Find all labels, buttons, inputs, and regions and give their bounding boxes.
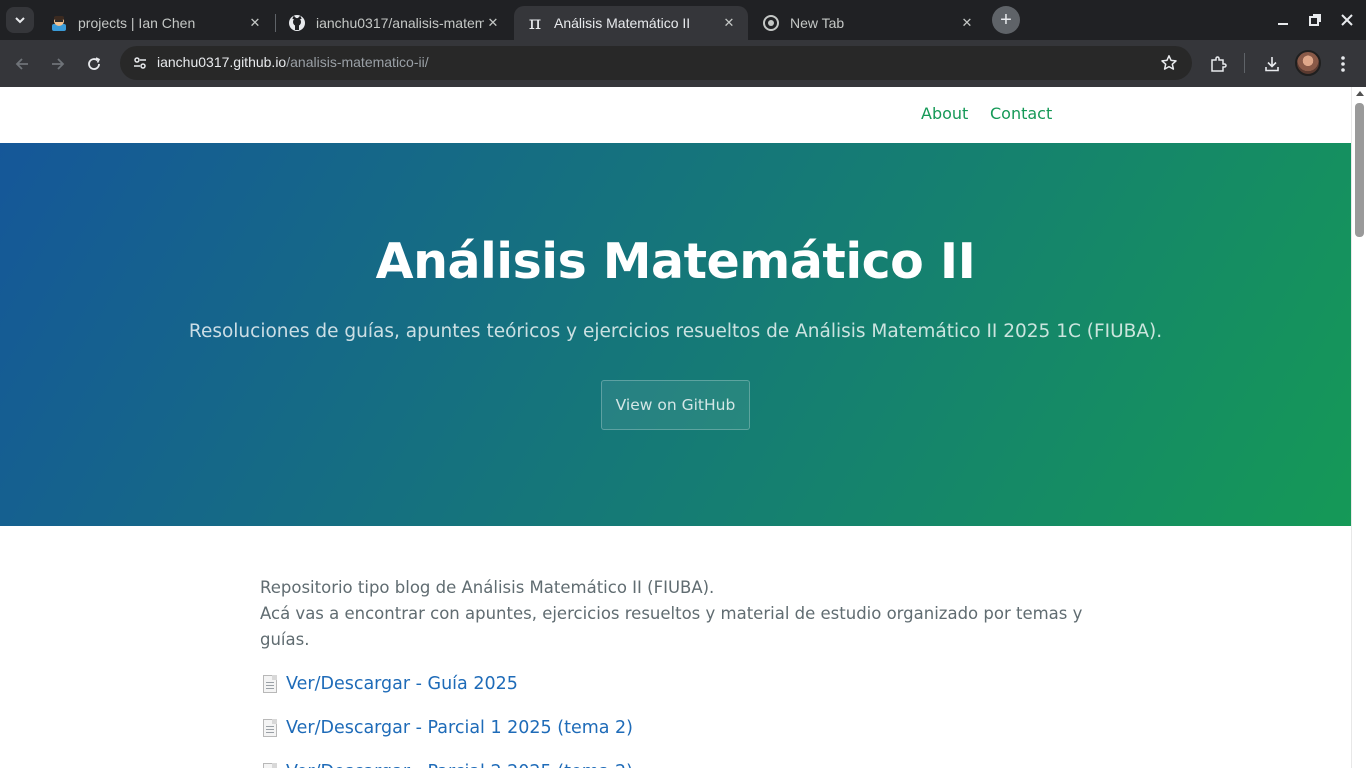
- parcial-1-link[interactable]: Ver/Descargar - Parcial 1 2025 (tema 2): [260, 715, 1090, 741]
- tab-strip: projects | Ian Chen ✕ ianchu0317/analisi…: [0, 0, 1366, 40]
- page-tagline: Resoluciones de guías, apuntes teóricos …: [188, 321, 1163, 342]
- close-icon[interactable]: ✕: [958, 14, 976, 32]
- new-tab-button[interactable]: +: [992, 6, 1020, 34]
- toolbar-divider: [1244, 53, 1245, 73]
- arrow-right-icon: [52, 58, 65, 70]
- tab-search-button[interactable]: [6, 7, 34, 33]
- download-links: Ver/Descargar - Guía 2025 Ver/Descargar …: [260, 671, 1090, 768]
- menu-button[interactable]: [1330, 51, 1356, 77]
- document-icon: [260, 761, 280, 768]
- scroll-up-arrow[interactable]: [1356, 91, 1364, 96]
- chevron-down-icon: [15, 17, 25, 24]
- tab-title: Análisis Matemático II: [554, 15, 691, 31]
- profile-avatar[interactable]: [1295, 50, 1321, 76]
- close-window-icon: [1341, 14, 1353, 26]
- person-coder-emoji-icon: [50, 14, 68, 32]
- restore-icon: [1309, 14, 1321, 26]
- chrome-icon: [762, 14, 780, 32]
- reload-button[interactable]: [80, 50, 108, 78]
- arrow-left-icon: [15, 58, 28, 70]
- intro-line-2: Acá vas a encontrar con apuntes, ejercic…: [260, 604, 1083, 649]
- main-content: Repositorio tipo blog de Análisis Matemá…: [260, 575, 1090, 768]
- puzzle-icon: [1211, 56, 1227, 72]
- plus-icon: +: [1000, 8, 1012, 31]
- url-path: /analisis-matematico-ii/: [286, 54, 429, 70]
- downloads-button[interactable]: [1259, 51, 1285, 77]
- minimize-icon: [1278, 23, 1288, 25]
- document-icon: [260, 717, 280, 739]
- url-text[interactable]: ianchu0317.github.io/analisis-matematico…: [157, 54, 429, 70]
- tab-analisis[interactable]: π Análisis Matemático II ✕: [514, 6, 748, 40]
- back-button[interactable]: [8, 50, 36, 78]
- link-label: Ver/Descargar - Parcial 2 2025 (tema 2): [286, 759, 633, 768]
- close-icon[interactable]: ✕: [246, 14, 264, 32]
- nav-contact-link[interactable]: Contact: [990, 104, 1052, 123]
- forward-button[interactable]: [44, 50, 72, 78]
- page-title: Análisis Matemático II: [375, 233, 976, 290]
- github-icon: [288, 14, 306, 32]
- close-icon[interactable]: ✕: [720, 14, 738, 32]
- tab-github[interactable]: ianchu0317/analisis-matem ✕: [276, 6, 512, 40]
- close-window-button[interactable]: [1335, 8, 1359, 32]
- intro-line-1: Repositorio tipo blog de Análisis Matemá…: [260, 578, 715, 597]
- document-icon: [260, 673, 280, 695]
- maximize-button[interactable]: [1303, 8, 1327, 32]
- nav-about-link[interactable]: About: [921, 104, 968, 123]
- page-scrollbar[interactable]: [1351, 87, 1366, 768]
- link-label: Ver/Descargar - Guía 2025: [286, 674, 518, 694]
- reload-icon: [88, 57, 101, 70]
- close-icon[interactable]: ✕: [484, 14, 502, 32]
- site-info-icon[interactable]: [128, 51, 152, 75]
- view-on-github-button[interactable]: View on GitHub: [601, 380, 750, 430]
- scrollbar-thumb[interactable]: [1355, 103, 1364, 237]
- tab-title: New Tab: [790, 15, 845, 31]
- parcial-2-link[interactable]: Ver/Descargar - Parcial 2 2025 (tema 2): [260, 759, 1090, 768]
- minimize-button[interactable]: [1271, 8, 1295, 32]
- tab-projects[interactable]: projects | Ian Chen ✕: [38, 6, 274, 40]
- tab-new-tab[interactable]: New Tab ✕: [750, 6, 986, 40]
- url-host: ianchu0317.github.io: [157, 54, 287, 70]
- guia-2025-link[interactable]: Ver/Descargar - Guía 2025: [260, 671, 1090, 697]
- tab-title: projects | Ian Chen: [78, 15, 196, 31]
- link-label: Ver/Descargar - Parcial 1 2025 (tema 2): [286, 718, 634, 738]
- extensions-button[interactable]: [1205, 51, 1231, 77]
- site-header: About Contact: [0, 87, 1351, 143]
- browser-toolbar: ianchu0317.github.io/analisis-matematico…: [0, 40, 1366, 87]
- kebab-menu-icon: [1341, 56, 1345, 72]
- page-viewport: About Contact Análisis Matemático II Res…: [0, 87, 1351, 768]
- download-icon: [1265, 57, 1279, 72]
- pi-icon: π: [528, 12, 542, 34]
- tab-title: ianchu0317/analisis-matem: [316, 15, 484, 31]
- hero-banner: Análisis Matemático II Resoluciones de g…: [0, 143, 1351, 526]
- address-bar[interactable]: ianchu0317.github.io/analisis-matematico…: [120, 46, 1192, 80]
- bookmark-star-icon[interactable]: [1158, 52, 1180, 74]
- intro-text: Repositorio tipo blog de Análisis Matemá…: [260, 575, 1090, 653]
